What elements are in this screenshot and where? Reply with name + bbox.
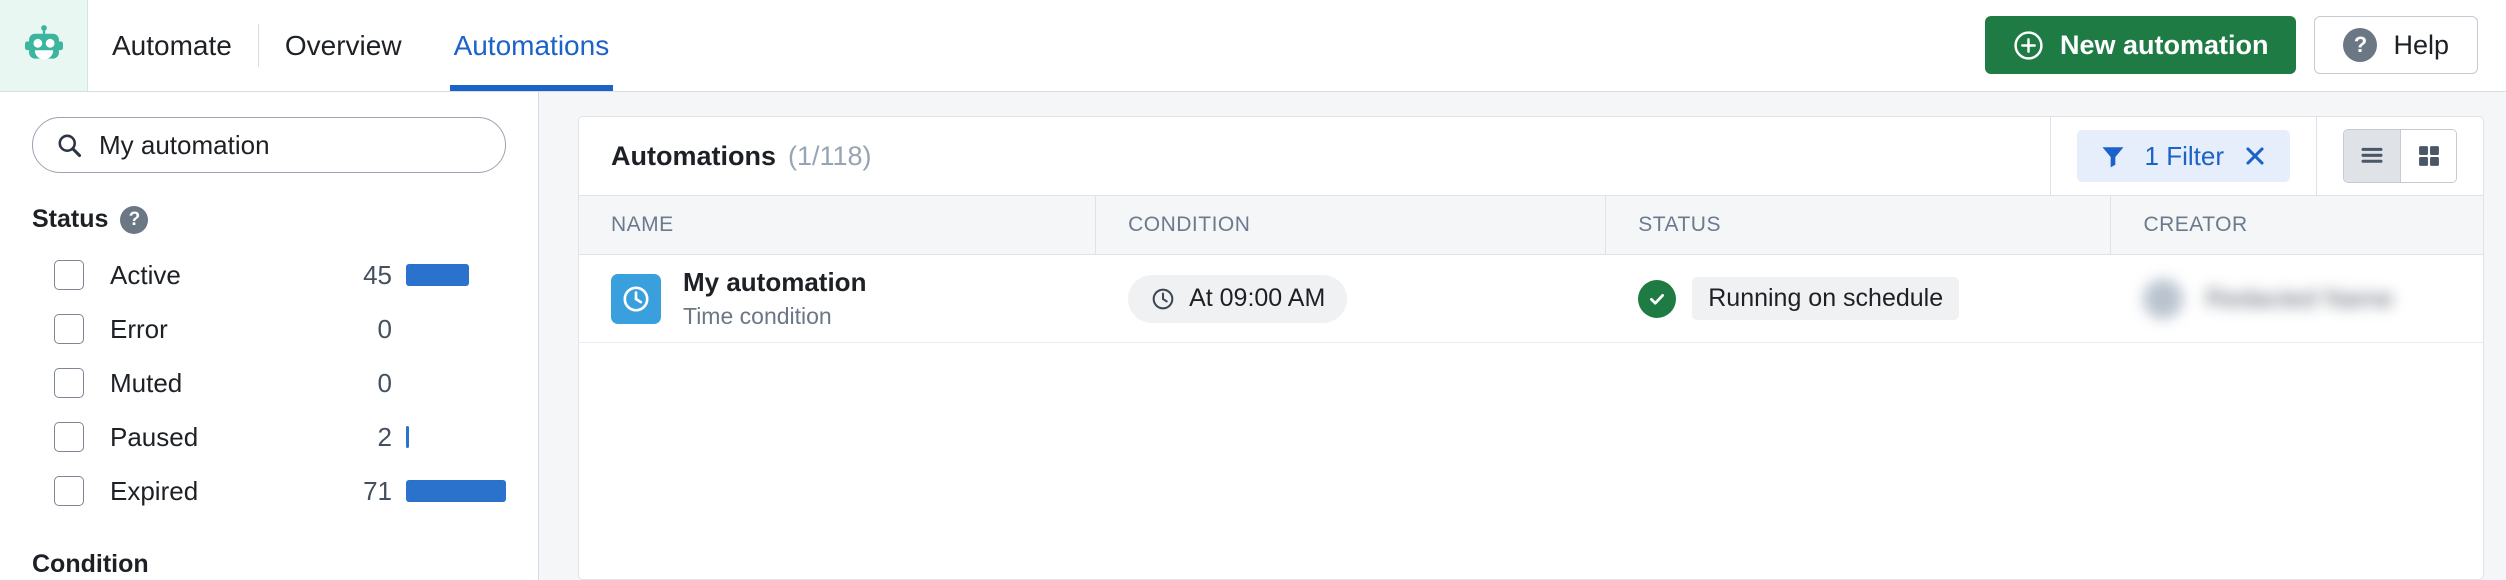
search-value: My automation	[99, 129, 270, 160]
column-header-creator: CREATOR	[2143, 213, 2248, 236]
status-filter-count: 71	[363, 475, 392, 506]
status-bar-fill	[406, 426, 409, 448]
status-bar-track	[406, 372, 506, 394]
avatar	[2143, 278, 2184, 319]
divider	[2316, 117, 2317, 195]
cell-status: Running on schedule	[1606, 255, 2111, 342]
table-row[interactable]: My automation Time condition At 09:00 AM	[579, 255, 2483, 343]
status-filter-count: 0	[377, 367, 392, 398]
status-filter-paused[interactable]: Paused 2	[32, 410, 506, 464]
tab-automations[interactable]: Automations	[428, 0, 636, 91]
status-filter-label: Active	[110, 259, 181, 290]
automation-name: My automation	[683, 266, 867, 297]
robot-icon	[24, 24, 63, 59]
status-bar-track	[406, 480, 506, 502]
help-button[interactable]: ? Help	[2314, 16, 2478, 74]
status-bar-track	[406, 426, 506, 448]
status-filter-label: Expired	[110, 475, 199, 506]
clock-icon	[611, 273, 661, 324]
creator-name: Redacted Name	[2205, 283, 2394, 313]
view-toggle	[2343, 129, 2457, 183]
search-input[interactable]: My automation	[32, 117, 506, 173]
automations-card: Automations (1/118) 1 Filter NAME CONDIT…	[578, 116, 2484, 580]
column-header-status: STATUS	[1606, 196, 2112, 254]
table-header-row: NAME CONDITION STATUS CREATOR	[579, 195, 2483, 255]
cell-name: My automation Time condition	[579, 255, 1096, 342]
top-bar: Automate Overview Automations New automa…	[0, 0, 2506, 92]
cell-condition: At 09:00 AM	[1096, 255, 1606, 342]
status-section-title: Status ?	[32, 205, 506, 234]
question-circle-icon[interactable]: ?	[120, 205, 149, 234]
new-automation-label: New automation	[2059, 29, 2269, 60]
list-view-icon	[2361, 147, 2383, 163]
status-bar-fill	[406, 264, 469, 286]
checkbox[interactable]	[54, 368, 84, 398]
main-content: Automations (1/118) 1 Filter NAME CONDIT…	[539, 92, 2506, 580]
list-view-button[interactable]	[2344, 130, 2400, 182]
status-filter-label: Paused	[110, 421, 199, 452]
question-circle-icon: ?	[2343, 28, 2378, 62]
status-filter-count: 0	[377, 313, 392, 344]
cell-creator: Redacted Name	[2111, 255, 2483, 342]
column-header-name: NAME	[579, 196, 1097, 254]
condition-badge: At 09:00 AM	[1128, 274, 1348, 323]
top-bar-actions: New automation ? Help	[1984, 16, 2478, 74]
search-icon	[58, 134, 82, 158]
column-header-condition: CONDITION	[1096, 196, 1607, 254]
status-filter-expired[interactable]: Expired 71	[32, 464, 506, 518]
filter-chip-label: 1 Filter	[2144, 140, 2224, 171]
close-x-icon[interactable]	[2242, 143, 2268, 169]
tab-overview[interactable]: Overview	[259, 0, 428, 91]
status-bar-track	[406, 264, 506, 286]
status-filter-list: Active 45 Error 0 Muted 0 Paused 2 Expir…	[32, 248, 506, 518]
condition-text: At 09:00 AM	[1189, 284, 1326, 312]
app-logo[interactable]	[0, 0, 88, 91]
checkbox[interactable]	[54, 422, 84, 452]
result-count: (1/118)	[788, 140, 872, 171]
help-label: Help	[2393, 29, 2449, 60]
checkbox[interactable]	[54, 476, 84, 506]
name-text-block: My automation Time condition	[683, 266, 866, 331]
checkbox[interactable]	[54, 314, 84, 344]
condition-section-title: Condition	[32, 550, 149, 578]
page-title: Automations	[611, 140, 776, 171]
filter-sidebar: My automation Status ? Active 45 Error 0…	[0, 92, 539, 580]
status-bar-fill	[406, 480, 506, 502]
plus-circle-icon	[2014, 30, 2043, 60]
app-name: Automate	[112, 29, 232, 61]
status-filter-count: 45	[363, 259, 392, 290]
creator-redacted: Redacted Name	[2143, 278, 2394, 319]
primary-nav: Automate Overview Automations	[112, 0, 635, 91]
card-header: Automations (1/118) 1 Filter	[579, 117, 2483, 195]
status-label: Status	[32, 205, 109, 233]
automation-subtitle: Time condition	[683, 303, 832, 330]
status-filter-label: Error	[110, 313, 168, 344]
status-filter-error[interactable]: Error 0	[32, 302, 506, 356]
new-automation-button[interactable]: New automation	[1984, 16, 2297, 74]
status-filter-active[interactable]: Active 45	[32, 248, 506, 302]
clock-icon	[1152, 288, 1174, 309]
status-filter-label: Muted	[110, 367, 183, 398]
card-header-tools: 1 Filter	[2049, 117, 2483, 195]
filter-chip[interactable]: 1 Filter	[2076, 130, 2290, 182]
divider	[2049, 117, 2051, 195]
status-filter-count: 2	[377, 421, 392, 452]
filter-funnel-icon	[2102, 147, 2124, 168]
status-text: Running on schedule	[1692, 277, 1960, 320]
checkbox[interactable]	[54, 260, 84, 290]
grid-view-icon	[2418, 146, 2439, 166]
status-filter-muted[interactable]: Muted 0	[32, 356, 506, 410]
check-circle-icon	[1638, 279, 1677, 318]
grid-view-button[interactable]	[2400, 130, 2456, 182]
status-bar-track	[406, 318, 506, 340]
status-badge: Running on schedule	[1638, 277, 1960, 320]
